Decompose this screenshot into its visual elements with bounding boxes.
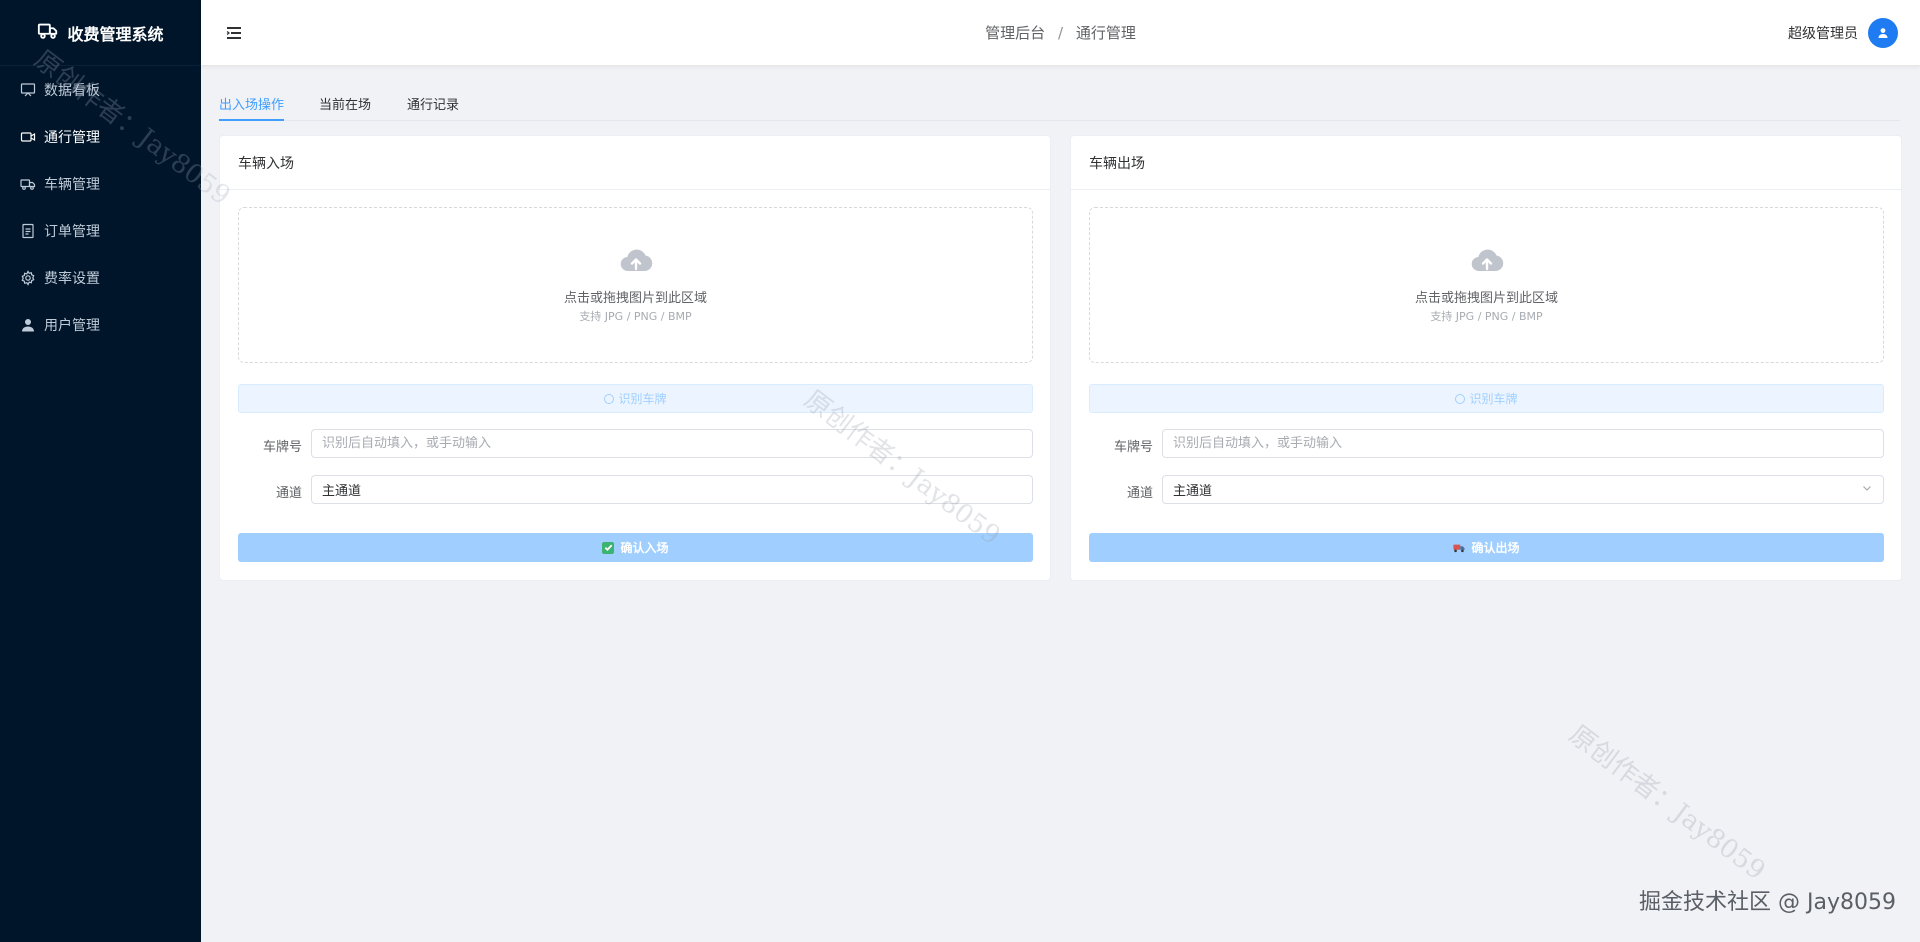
dashboard-icon bbox=[20, 82, 36, 98]
sidebar-item-label: 数据看板 bbox=[44, 82, 100, 99]
channel-label: 通道 bbox=[275, 486, 302, 501]
upload-text: 点击或拖拽图片到此区域 bbox=[563, 290, 707, 306]
sidebar-item-label: 车辆管理 bbox=[44, 176, 100, 193]
brand[interactable]: 收费管理系统 bbox=[0, 0, 201, 66]
sidebar-item-label: 费率设置 bbox=[44, 270, 100, 287]
plate-input[interactable] bbox=[1162, 429, 1884, 458]
card-title: 车辆出场 bbox=[1071, 136, 1901, 190]
sidebar-item-traffic[interactable]: 通行管理 bbox=[0, 113, 201, 160]
sidebar-item-vehicles[interactable]: 车辆管理 bbox=[0, 160, 201, 207]
app-title: 收费管理系统 bbox=[67, 24, 164, 44]
channel-row: 通道 主通道 bbox=[1089, 475, 1884, 504]
footer-brand: 掘金技术社区 @ Jay8059 bbox=[1639, 890, 1896, 915]
channel-select[interactable]: 主通道 bbox=[311, 475, 1033, 504]
chevron-down-icon bbox=[1861, 482, 1873, 498]
confirm-entry-button[interactable]: 确认入场 bbox=[238, 533, 1033, 562]
document-icon bbox=[20, 223, 36, 239]
breadcrumb-current: 通行管理 bbox=[1075, 24, 1136, 42]
image-upload-area[interactable]: 点击或拖拽图片到此区域 支持 JPG / PNG / BMP bbox=[1089, 207, 1884, 363]
sidebar-item-label: 通行管理 bbox=[44, 129, 100, 146]
user-avatar-icon bbox=[1878, 28, 1888, 38]
loading-circle-icon bbox=[604, 393, 615, 404]
upload-text: 点击或拖拽图片到此区域 bbox=[1414, 290, 1558, 306]
plate-label: 车牌号 bbox=[262, 440, 302, 455]
plate-row: 车牌号 bbox=[238, 429, 1033, 458]
tab-entry-exit-ops[interactable]: 出入场操作 bbox=[219, 94, 285, 121]
breadcrumb-separator: / bbox=[1057, 24, 1064, 42]
channel-select[interactable]: 主通道 bbox=[1162, 475, 1884, 504]
confirm-exit-label: 确认出场 bbox=[1471, 541, 1520, 555]
sidebar: 收费管理系统 数据看板 通行管理 车辆管理 订单管理 费率设置 用户管理 bbox=[0, 0, 201, 942]
tabs: 出入场操作 当前在场 通行记录 bbox=[219, 92, 1900, 121]
sidebar-item-dashboard[interactable]: 数据看板 bbox=[0, 66, 201, 113]
plate-row: 车牌号 bbox=[1089, 429, 1884, 458]
tab-current-on-site[interactable]: 当前在场 bbox=[319, 94, 371, 121]
user-menu[interactable]: 超级管理员 bbox=[1788, 18, 1898, 48]
cloud-upload-icon bbox=[1470, 247, 1504, 279]
sidebar-item-label: 订单管理 bbox=[44, 223, 100, 240]
truck-logo-icon bbox=[37, 20, 59, 46]
image-upload-area[interactable]: 点击或拖拽图片到此区域 支持 JPG / PNG / BMP bbox=[238, 207, 1033, 363]
plate-input[interactable] bbox=[311, 429, 1033, 458]
watermark: 原创作者：Jay8059 bbox=[1563, 719, 1771, 887]
tab-traffic-records[interactable]: 通行记录 bbox=[407, 94, 459, 121]
vehicle-exit-card: 车辆出场 点击或拖拽图片到此区域 支持 JPG / PNG / BMP 识别车牌… bbox=[1070, 135, 1902, 581]
cloud-upload-icon bbox=[619, 247, 653, 279]
sidebar-menu: 数据看板 通行管理 车辆管理 订单管理 费率设置 用户管理 bbox=[0, 66, 201, 348]
recognize-plate-button[interactable]: 识别车牌 bbox=[238, 384, 1033, 413]
avatar[interactable] bbox=[1868, 18, 1898, 48]
top-header: 管理后台 / 通行管理 超级管理员 bbox=[201, 0, 1920, 66]
recognize-label: 识别车牌 bbox=[618, 392, 667, 406]
breadcrumb-home[interactable]: 管理后台 bbox=[985, 24, 1045, 42]
channel-value: 主通道 bbox=[322, 484, 362, 499]
gear-icon bbox=[20, 269, 36, 286]
recognize-plate-button[interactable]: 识别车牌 bbox=[1089, 384, 1884, 413]
sidebar-item-label: 用户管理 bbox=[44, 317, 100, 334]
vehicle-entry-card: 车辆入场 点击或拖拽图片到此区域 支持 JPG / PNG / BMP 识别车牌… bbox=[219, 135, 1051, 581]
user-icon bbox=[20, 317, 36, 333]
sidebar-item-rates[interactable]: 费率设置 bbox=[0, 254, 201, 301]
breadcrumb: 管理后台 / 通行管理 bbox=[201, 22, 1920, 43]
sidebar-item-users[interactable]: 用户管理 bbox=[0, 301, 201, 348]
confirm-exit-button[interactable]: 确认出场 bbox=[1089, 533, 1884, 562]
recognize-label: 识别车牌 bbox=[1469, 392, 1518, 406]
channel-row: 通道 主通道 bbox=[238, 475, 1033, 504]
channel-label: 通道 bbox=[1126, 486, 1153, 501]
user-name: 超级管理员 bbox=[1788, 26, 1858, 42]
app-root: 收费管理系统 数据看板 通行管理 车辆管理 订单管理 费率设置 用户管理 管理后… bbox=[0, 0, 1920, 942]
check-mark-icon bbox=[602, 541, 615, 554]
channel-value: 主通道 bbox=[1173, 484, 1213, 499]
upload-tip: 支持 JPG / PNG / BMP bbox=[579, 309, 692, 323]
truck-icon bbox=[1453, 542, 1466, 554]
plate-label: 车牌号 bbox=[1113, 440, 1153, 455]
sidebar-item-orders[interactable]: 订单管理 bbox=[0, 207, 201, 254]
video-camera-icon bbox=[20, 129, 36, 145]
card-title: 车辆入场 bbox=[220, 136, 1050, 190]
truck-icon bbox=[20, 176, 36, 192]
loading-circle-icon bbox=[1455, 393, 1466, 404]
upload-tip: 支持 JPG / PNG / BMP bbox=[1430, 309, 1543, 323]
confirm-entry-label: 确认入场 bbox=[620, 541, 669, 555]
